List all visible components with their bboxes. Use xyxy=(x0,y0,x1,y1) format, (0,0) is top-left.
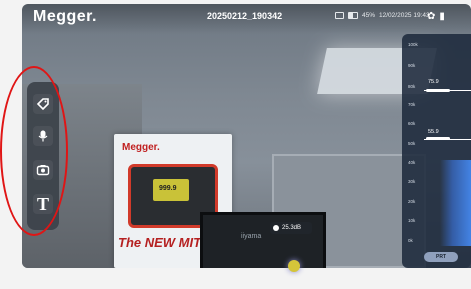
trash-icon[interactable]: ▮ xyxy=(439,11,445,22)
readout-dot-icon xyxy=(273,225,279,231)
scale-tick: 80k xyxy=(408,84,416,89)
scale-tick: 90k xyxy=(408,63,416,68)
monitor: iiyama xyxy=(200,212,326,268)
status-bar: 45% 12/02/2025 19:43 xyxy=(335,12,430,19)
battery-icon xyxy=(348,12,358,19)
upper-level-value: 75.9 xyxy=(428,79,439,85)
scale-tick: 70k xyxy=(408,102,416,107)
lower-level-handle[interactable] xyxy=(426,137,450,140)
spectrum-display xyxy=(440,160,471,246)
banner-headline: The NEW MIT xyxy=(118,235,202,250)
scale-tick: 60k xyxy=(408,121,416,126)
display-icon xyxy=(335,12,344,19)
monitor-label: iiyama xyxy=(241,233,262,240)
battery-percent: 45% xyxy=(362,12,376,19)
settings-icon[interactable]: ✿ xyxy=(427,11,435,22)
level-readout: 25.3dB xyxy=(270,222,312,234)
scale-tick: 40k xyxy=(408,160,416,165)
device-lcd: 999.9 xyxy=(153,179,189,201)
highlight-annotation xyxy=(0,66,68,236)
readout-value: 25.3dB xyxy=(282,225,302,231)
scale-tick: 50k xyxy=(408,141,416,146)
scale-tick: 30k xyxy=(408,179,416,184)
scale-tick: 100k xyxy=(408,42,418,47)
recording-title: 20250212_190342 xyxy=(207,11,283,21)
panel-button[interactable]: PRT xyxy=(424,252,458,262)
scale-tick: 0k xyxy=(408,238,413,243)
source-marker xyxy=(288,260,300,272)
top-actions: ✿ ▮ xyxy=(427,11,445,22)
upper-level-handle[interactable] xyxy=(426,89,450,92)
lower-level-value: 55.9 xyxy=(428,129,439,135)
banner-logo: Megger. xyxy=(122,142,160,153)
app-logo: Megger. xyxy=(33,8,97,25)
scale-tick: 20k xyxy=(408,199,416,204)
datetime: 12/02/2025 19:43 xyxy=(379,12,430,19)
lcd-value: 999.9 xyxy=(159,185,177,192)
scale-tick: 10k xyxy=(408,218,416,223)
